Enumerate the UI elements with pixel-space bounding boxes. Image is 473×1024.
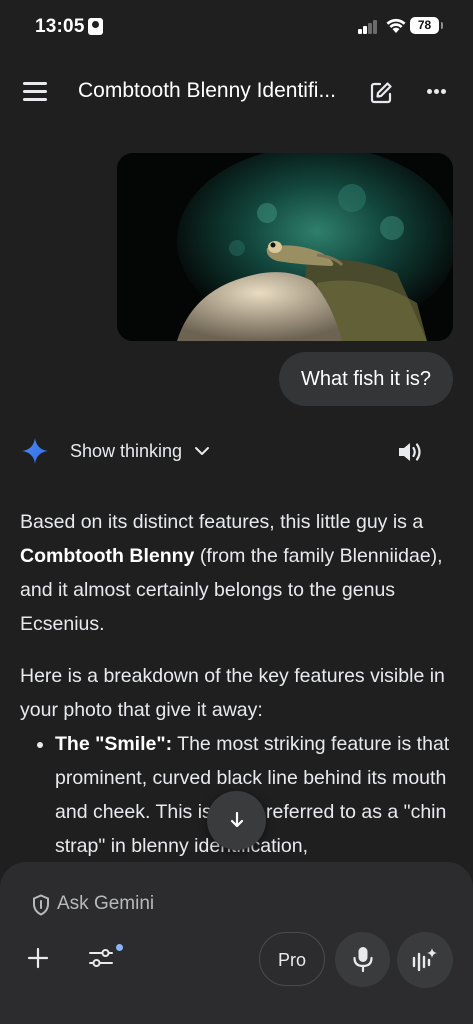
wifi-icon (386, 18, 406, 33)
menu-icon[interactable] (23, 82, 47, 102)
new-chat-edit-icon[interactable] (368, 80, 394, 106)
cellular-signal-icon (358, 20, 380, 34)
read-aloud-speaker-icon[interactable] (396, 439, 424, 465)
status-bar: 13:05 78 (0, 0, 473, 54)
user-message-bubble: What fish it is? (279, 352, 453, 406)
list-item: The "Smile": The most striking feature i… (55, 727, 460, 863)
shield-icon (33, 894, 49, 916)
plus-icon[interactable] (26, 946, 50, 970)
microphone-button[interactable] (335, 932, 390, 987)
conversation-title[interactable]: Combtooth Blenny Identifi... (78, 79, 348, 103)
gemini-live-button[interactable] (397, 932, 453, 988)
response-bold-text: Combtooth Blenny (20, 545, 195, 567)
battery-indicator: 78 (410, 17, 443, 34)
contact-card-icon (88, 18, 103, 35)
live-waveform-sparkle-icon (412, 948, 437, 972)
model-pro-button[interactable]: Pro (259, 932, 325, 986)
top-app-bar: Combtooth Blenny Identifi... (0, 62, 473, 122)
ask-gemini-input[interactable]: Ask Gemini (57, 893, 154, 915)
arrow-down-icon (230, 811, 244, 828)
scroll-to-bottom-button[interactable] (207, 791, 266, 850)
prompt-composer: Ask Gemini Pro (0, 862, 473, 1024)
microphone-icon (353, 947, 373, 973)
gemini-sparkle-icon (22, 438, 48, 464)
uploaded-fish-photo[interactable] (117, 153, 453, 341)
response-bold-text: The "Smile": (55, 733, 173, 755)
status-time: 13:05 (35, 16, 85, 37)
response-text: Based on its distinct features, this lit… (20, 511, 424, 533)
response-paragraph: Here is a breakdown of the key features … (20, 665, 445, 721)
chevron-down-icon[interactable] (194, 444, 210, 458)
response-paragraph: Based on its distinct features, this lit… (20, 505, 460, 641)
notification-dot (116, 944, 123, 951)
show-thinking-toggle[interactable]: Show thinking (70, 441, 182, 462)
more-options-icon[interactable] (427, 89, 447, 95)
tools-sliders-icon[interactable] (88, 946, 114, 970)
